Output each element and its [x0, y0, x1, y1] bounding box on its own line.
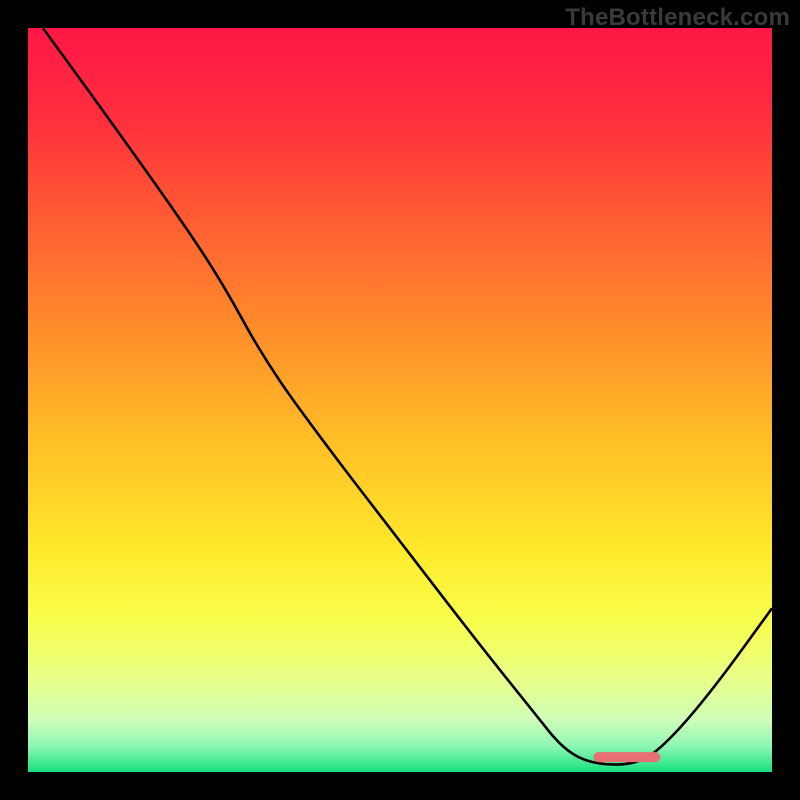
gradient-background	[28, 28, 772, 772]
chart-svg	[28, 28, 772, 772]
optimal-range-marker	[593, 752, 660, 762]
chart-frame: TheBottleneck.com	[0, 0, 800, 800]
plot-area	[28, 28, 772, 772]
watermark-text: TheBottleneck.com	[565, 4, 790, 32]
